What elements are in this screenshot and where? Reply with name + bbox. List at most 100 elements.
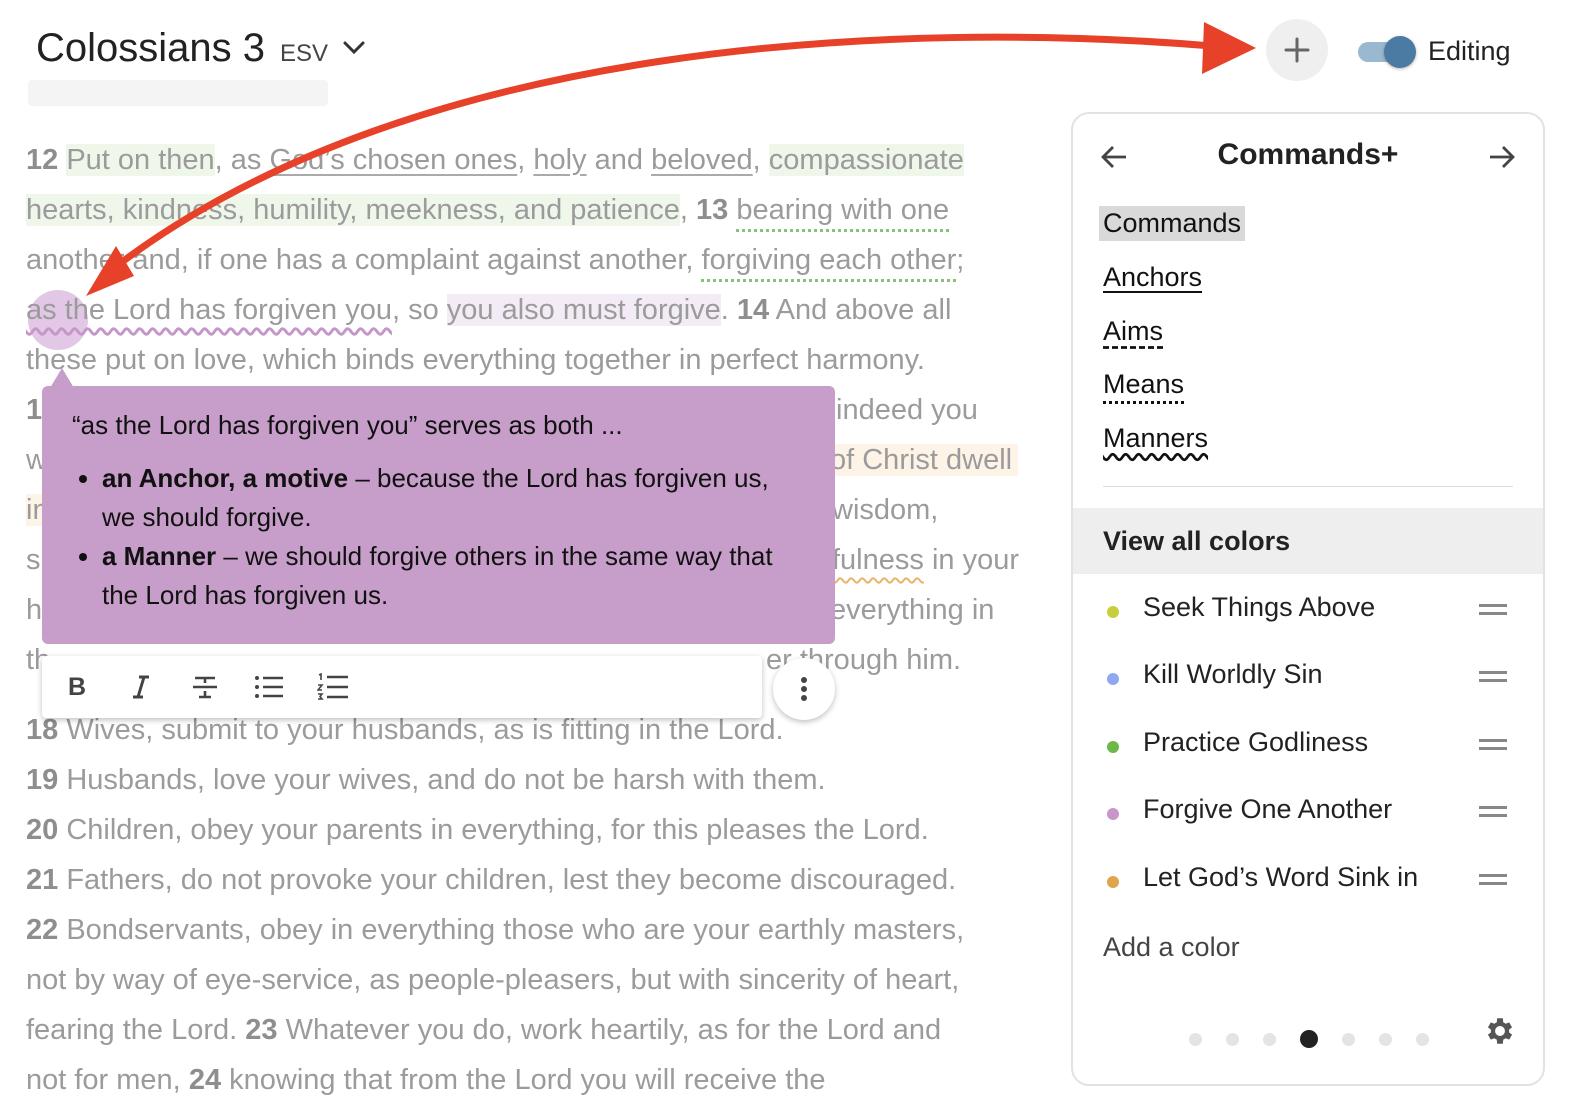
text: another and, if one has a complaint agai… (26, 244, 702, 276)
note-item-bold: an Anchor, a motive (102, 463, 349, 493)
verse-line-fragment: fulness in your (832, 544, 1019, 577)
highlight[interactable]: Put on then (66, 144, 215, 176)
highlight[interactable]: you also must forgive (446, 294, 721, 326)
verse-line: 22 Bondservants, obey in everything thos… (26, 914, 964, 947)
category-aims[interactable]: Aims (1103, 316, 1163, 347)
text: everything in (830, 594, 995, 626)
verse-line: another and, if one has a complaint agai… (26, 244, 964, 277)
page-title: Colossians 3 (36, 26, 266, 70)
verse-number: 19 (26, 764, 59, 796)
color-label: Let God’s Word Sink in (1143, 862, 1419, 892)
drag-handle-icon[interactable] (1479, 604, 1507, 620)
page-dot[interactable] (1189, 1032, 1202, 1046)
text: ; (956, 244, 965, 276)
verse-line: not by way of eye-service, as people-ple… (26, 964, 959, 997)
underlined-phrase[interactable]: holy (533, 144, 586, 176)
plus-icon (1284, 37, 1310, 63)
text: wisdom, (832, 494, 939, 526)
verse-line: fearing the Lord. 23 Whatever you do, wo… (26, 1014, 941, 1047)
dotted-phrase[interactable]: forgiving each other (702, 244, 957, 276)
color-dot (1107, 808, 1119, 820)
bulleted-list-icon[interactable] (252, 670, 286, 704)
color-row[interactable]: Forgive One Another (1073, 786, 1543, 836)
verse-line: not for men, 24 knowing that from the Lo… (26, 1064, 826, 1097)
color-label: Seek Things Above (1143, 592, 1376, 622)
note-item: an Anchor, a motive – because the Lord h… (102, 459, 805, 537)
panel-title: Commands+ (1217, 138, 1399, 171)
verse-line: 1 (26, 394, 42, 427)
verse-line: 21 Fathers, do not provoke your children… (26, 864, 956, 897)
verse-line: these put on love, which binds everythin… (26, 344, 925, 377)
verse-line-fragment: wisdom, (832, 494, 938, 527)
note-pointer (50, 368, 74, 388)
category-label: Manners (1103, 423, 1209, 453)
category-manners[interactable]: Manners (1103, 423, 1208, 454)
highlight[interactable]: compassionate (768, 144, 964, 176)
page-dot[interactable] (1226, 1032, 1239, 1046)
add-button[interactable] (1266, 19, 1328, 81)
verse-line: hearts, kindness, humility, meekness, an… (26, 194, 949, 227)
numbered-list-icon[interactable] (316, 670, 350, 704)
selected-phrase[interactable]: as the Lord has forgiven you (26, 294, 392, 326)
page-dot[interactable] (1416, 1032, 1429, 1046)
text: fearing the Lord. (26, 1014, 246, 1046)
format-toolbar: B (42, 656, 762, 718)
drag-handle-icon[interactable] (1479, 739, 1507, 755)
text: Bondservants, obey in everything those w… (58, 914, 965, 946)
verse-number: 23 (245, 1014, 278, 1046)
text: and (586, 144, 652, 176)
dotted-phrase[interactable]: bearing with one (736, 194, 949, 226)
text: , as (214, 144, 270, 176)
color-row[interactable]: Practice Godliness (1073, 719, 1543, 769)
arrow-right-icon[interactable] (1487, 142, 1517, 177)
underlined-phrase[interactable]: beloved (651, 144, 753, 176)
bold-icon[interactable]: B (60, 670, 94, 704)
category-label: Aims (1103, 316, 1163, 346)
gear-icon[interactable] (1483, 1014, 1517, 1053)
note-intro: “as the Lord has forgiven you” serves as… (72, 410, 623, 440)
italic-icon[interactable] (124, 670, 158, 704)
color-dot (1107, 741, 1119, 753)
category-label: Means (1103, 369, 1185, 399)
verse-line-fragment: indeed you (836, 394, 978, 427)
chevron-down-icon[interactable] (340, 34, 368, 67)
text: knowing that from the Lord you will rece… (221, 1064, 826, 1096)
text: , so (391, 294, 447, 326)
page-dot[interactable] (1263, 1032, 1276, 1046)
drag-handle-icon[interactable] (1479, 806, 1507, 822)
color-dot (1107, 876, 1119, 888)
note-popup[interactable]: “as the Lord has forgiven you” serves as… (42, 386, 835, 644)
editing-toggle[interactable] (1358, 36, 1416, 68)
color-label: Kill Worldly Sin (1143, 659, 1323, 689)
text: Children, obey your parents in everythin… (58, 814, 929, 846)
verse-line: 20 Children, obey your parents in everyt… (26, 814, 929, 847)
view-all-colors-button[interactable]: View all colors (1073, 508, 1543, 574)
highlight[interactable]: hearts, kindness, humility, meekness, an… (26, 194, 680, 226)
category-commands[interactable]: Commands (1099, 206, 1246, 241)
category-means[interactable]: Means (1103, 369, 1184, 400)
text: . (720, 294, 737, 326)
verse-line: s (26, 544, 41, 577)
strikethrough-icon[interactable] (188, 670, 222, 704)
text: Fathers, do not provoke your children, l… (58, 864, 957, 896)
more-vertical-icon[interactable] (773, 658, 835, 720)
drag-handle-icon[interactable] (1479, 671, 1507, 687)
add-color-button[interactable]: Add a color (1103, 932, 1240, 963)
category-anchors[interactable]: Anchors (1103, 262, 1202, 293)
page-dot[interactable] (1342, 1032, 1355, 1046)
page-dot[interactable] (1300, 1030, 1318, 1048)
highlight[interactable]: of Christ dwell (830, 444, 1019, 476)
color-row[interactable]: Let God’s Word Sink in (1073, 854, 1543, 904)
verse-line: as the Lord has forgiven you, so you als… (26, 294, 951, 327)
text: these put on love, which binds everythin… (26, 344, 925, 376)
wavy-phrase[interactable]: fulness (832, 544, 924, 576)
bible-version[interactable]: ESV (280, 40, 328, 68)
panel-header: Commands+ (1073, 136, 1543, 176)
underlined-phrase[interactable]: God’s chosen ones (269, 144, 517, 176)
color-row[interactable]: Kill Worldly Sin (1073, 651, 1543, 701)
text: Husbands, love your wives, and do not be… (58, 764, 826, 796)
text: , (517, 144, 534, 176)
color-row[interactable]: Seek Things Above (1073, 584, 1543, 634)
page-dot[interactable] (1379, 1032, 1392, 1046)
drag-handle-icon[interactable] (1479, 874, 1507, 890)
